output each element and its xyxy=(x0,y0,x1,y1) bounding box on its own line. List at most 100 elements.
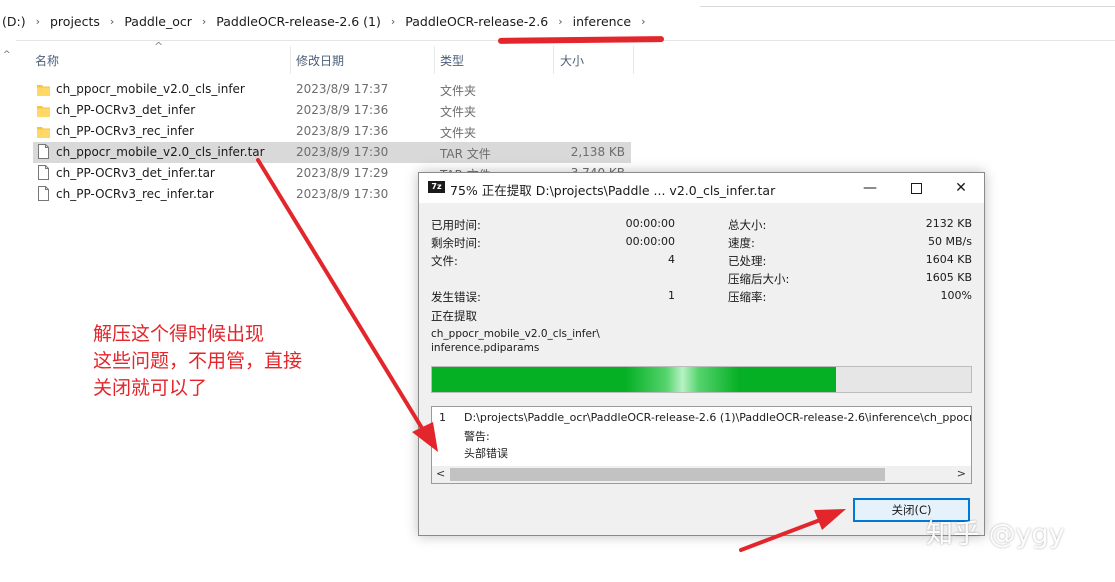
chevron-right-icon[interactable]: › xyxy=(202,15,206,28)
breadcrumb-release[interactable]: PaddleOCR-release-2.6 xyxy=(405,14,548,29)
7zip-app-icon: 7z xyxy=(428,181,445,193)
scroll-left-icon[interactable]: < xyxy=(436,467,445,480)
file-date: 2023/8/9 17:30 xyxy=(296,145,389,159)
chevron-right-icon[interactable]: › xyxy=(391,15,395,28)
errors-value: 1 xyxy=(668,289,675,302)
chevron-right-icon[interactable]: › xyxy=(110,15,114,28)
file-type: 文件夹 xyxy=(440,105,477,119)
close-window-button[interactable]: ✕ xyxy=(938,173,984,203)
file-name: ch_PP-OCRv3_rec_infer.tar xyxy=(56,187,214,201)
breadcrumb-release-1[interactable]: PaddleOCR-release-2.6 (1) xyxy=(216,14,381,29)
breadcrumb-paddle-ocr[interactable]: Paddle_ocr xyxy=(124,14,192,29)
navigation-pane: ^ xyxy=(0,40,16,582)
speed-value: 50 MB/s xyxy=(928,235,972,248)
compression-ratio-value: 100% xyxy=(940,289,972,302)
speed-label: 速度: xyxy=(728,236,755,250)
file-type: TAR 文件 xyxy=(440,147,491,161)
progress-bar xyxy=(431,366,972,393)
breadcrumb-inference[interactable]: inference xyxy=(573,14,632,29)
column-header-name-label: 名称 xyxy=(35,53,60,68)
file-row[interactable]: ch_ppocr_mobile_v2.0_cls_infer 2023/8/9 … xyxy=(33,79,631,100)
message-warning: 警告: xyxy=(464,430,490,443)
file-date: 2023/8/9 17:36 xyxy=(296,124,389,138)
chevron-right-icon[interactable]: › xyxy=(558,15,562,28)
annotation-line: 这些问题，不用管，直接 xyxy=(93,350,303,372)
file-name: ch_ppocr_mobile_v2.0_cls_infer.tar xyxy=(56,145,265,159)
dialog-title: 75% 正在提取 D:\projects\Paddle ... v2.0_cls… xyxy=(450,183,776,198)
scrollbar-thumb[interactable] xyxy=(450,468,885,481)
file-icon xyxy=(38,165,49,180)
total-size-value: 2132 KB xyxy=(925,217,972,230)
file-name: ch_ppocr_mobile_v2.0_cls_infer xyxy=(56,82,245,96)
elapsed-time-label: 已用时间: xyxy=(431,218,481,232)
file-type: 文件夹 xyxy=(440,126,477,140)
file-name: ch_PP-OCRv3_det_infer.tar xyxy=(56,166,215,180)
folder-icon xyxy=(37,106,50,117)
dialog-titlebar[interactable]: 7z 75% 正在提取 D:\projects\Paddle ... v2.0_… xyxy=(419,173,984,203)
files-label: 文件: xyxy=(431,254,458,268)
total-size-label: 总大小: xyxy=(728,218,767,232)
file-name: ch_PP-OCRv3_rec_infer xyxy=(56,124,195,138)
breadcrumb-drive[interactable]: (D:) xyxy=(2,14,26,29)
breadcrumb-projects[interactable]: projects xyxy=(50,14,100,29)
file-icon xyxy=(38,186,49,201)
minimize-button[interactable]: — xyxy=(847,173,893,203)
scroll-right-icon[interactable]: > xyxy=(957,467,966,480)
errors-label: 发生错误: xyxy=(431,290,481,304)
compression-ratio-label: 压缩率: xyxy=(728,290,767,304)
message-error: 头部错误 xyxy=(464,447,508,460)
column-header-name[interactable]: 名称 xyxy=(35,46,285,74)
breadcrumb: (D:) › projects › Paddle_ocr › PaddleOCR… xyxy=(2,14,656,29)
annotation-text: 解压这个得时候出现 这些问题，不用管，直接 关闭就可以了 xyxy=(93,321,302,402)
column-header-size-label: 大小 xyxy=(560,53,585,68)
file-row[interactable]: ch_PP-OCRv3_rec_infer 2023/8/9 17:36 文件夹 xyxy=(33,121,631,142)
annotation-line: 解压这个得时候出现 xyxy=(93,323,265,345)
message-path: D:\projects\Paddle_ocr\PaddleOCR-release… xyxy=(464,411,971,424)
annotation-underline xyxy=(497,36,665,44)
extract-progress-dialog: 7z 75% 正在提取 D:\projects\Paddle ... v2.0_… xyxy=(418,172,985,536)
file-name: ch_PP-OCRv3_det_infer xyxy=(56,103,196,117)
packed-size-value: 1605 KB xyxy=(925,271,972,284)
file-row-selected[interactable]: ch_ppocr_mobile_v2.0_cls_infer.tar 2023/… xyxy=(33,142,631,163)
chevron-right-icon[interactable]: › xyxy=(36,15,40,28)
column-header-date[interactable]: 修改日期 xyxy=(296,46,431,74)
column-header-date-label: 修改日期 xyxy=(296,53,345,68)
file-icon xyxy=(38,144,49,159)
column-divider[interactable] xyxy=(633,46,634,74)
address-bar[interactable]: (D:) › projects › Paddle_ocr › PaddleOCR… xyxy=(0,0,1115,41)
column-divider[interactable] xyxy=(553,46,554,74)
column-header-type-label: 类型 xyxy=(440,53,465,68)
chevron-right-icon[interactable]: › xyxy=(641,15,645,28)
remaining-time-value: 00:00:00 xyxy=(625,235,675,248)
file-date: 2023/8/9 17:36 xyxy=(296,103,389,117)
folder-icon xyxy=(37,127,50,138)
message-index: 1 xyxy=(439,411,446,424)
chevron-up-icon[interactable]: ^ xyxy=(3,50,11,60)
file-date: 2023/8/9 17:37 xyxy=(296,82,389,96)
file-row[interactable]: ch_PP-OCRv3_det_infer 2023/8/9 17:36 文件夹 xyxy=(33,100,631,121)
column-header-type[interactable]: 类型 xyxy=(440,46,550,74)
processed-label: 已处理: xyxy=(728,254,767,268)
file-date: 2023/8/9 17:30 xyxy=(296,187,389,201)
watermark-text: 知乎 @ygy xyxy=(926,519,1065,550)
message-list[interactable]: 1 D:\projects\Paddle_ocr\PaddleOCR-relea… xyxy=(431,406,972,484)
maximize-button[interactable] xyxy=(893,173,939,203)
remaining-time-label: 剩余时间: xyxy=(431,236,481,250)
annotation-line: 关闭就可以了 xyxy=(93,377,208,399)
file-type: 文件夹 xyxy=(440,84,477,98)
window-edge-line xyxy=(700,6,1115,7)
processed-value: 1604 KB xyxy=(925,253,972,266)
column-divider[interactable] xyxy=(434,46,435,74)
file-date: 2023/8/9 17:29 xyxy=(296,166,389,180)
maximize-icon xyxy=(910,182,922,194)
current-file-name: inference.pdiparams xyxy=(431,342,540,354)
folder-icon xyxy=(37,85,50,96)
packed-size-label: 压缩后大小: xyxy=(728,272,790,286)
status-text: 正在提取 xyxy=(431,309,477,323)
horizontal-scrollbar[interactable]: < > xyxy=(432,466,971,483)
column-header-size[interactable]: 大小 xyxy=(560,46,630,74)
current-file-path: ch_ppocr_mobile_v2.0_cls_infer\ xyxy=(431,328,600,340)
elapsed-time-value: 00:00:00 xyxy=(625,217,675,230)
column-divider[interactable] xyxy=(290,46,291,74)
file-size: 2,138 KB xyxy=(570,145,625,159)
